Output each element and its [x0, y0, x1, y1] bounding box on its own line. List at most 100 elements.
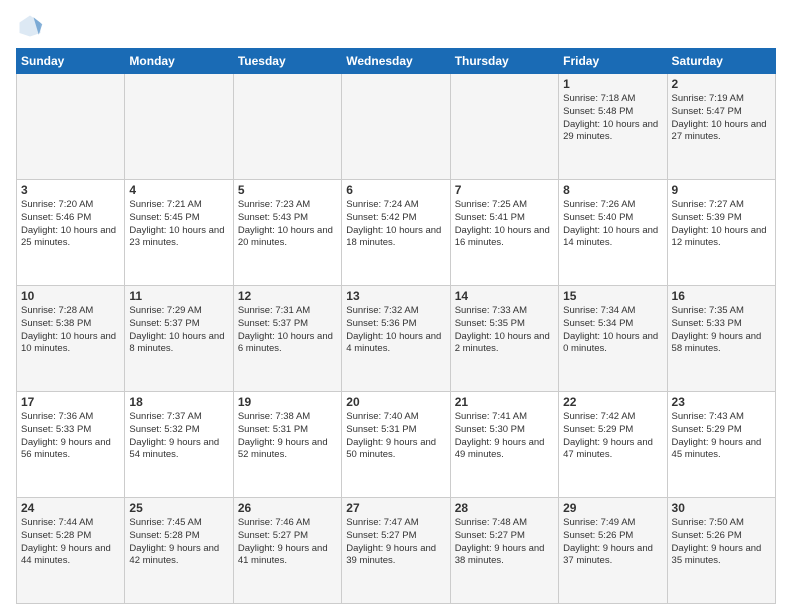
page: SundayMondayTuesdayWednesdayThursdayFrid…	[0, 0, 792, 612]
day-number: 5	[238, 183, 337, 197]
day-cell: 13 Sunrise: 7:32 AM Sunset: 5:36 PM Dayli…	[342, 286, 450, 392]
day-info: Sunrise: 7:25 AM Sunset: 5:41 PM Dayligh…	[455, 199, 554, 250]
day-number: 19	[238, 395, 337, 409]
day-cell	[450, 74, 558, 180]
day-cell: 10 Sunrise: 7:28 AM Sunset: 5:38 PM Dayli…	[17, 286, 125, 392]
day-cell: 3 Sunrise: 7:20 AM Sunset: 5:46 PM Daylig…	[17, 180, 125, 286]
day-info: Sunrise: 7:49 AM Sunset: 5:26 PM Dayligh…	[563, 517, 662, 568]
day-number: 17	[21, 395, 120, 409]
day-number: 29	[563, 501, 662, 515]
col-header-saturday: Saturday	[667, 49, 775, 74]
col-header-sunday: Sunday	[17, 49, 125, 74]
day-info: Sunrise: 7:41 AM Sunset: 5:30 PM Dayligh…	[455, 411, 554, 462]
day-cell: 16 Sunrise: 7:35 AM Sunset: 5:33 PM Dayli…	[667, 286, 775, 392]
week-row-2: 3 Sunrise: 7:20 AM Sunset: 5:46 PM Daylig…	[17, 180, 776, 286]
day-info: Sunrise: 7:35 AM Sunset: 5:33 PM Dayligh…	[672, 305, 771, 356]
day-info: Sunrise: 7:46 AM Sunset: 5:27 PM Dayligh…	[238, 517, 337, 568]
col-header-monday: Monday	[125, 49, 233, 74]
day-cell: 9 Sunrise: 7:27 AM Sunset: 5:39 PM Daylig…	[667, 180, 775, 286]
col-header-thursday: Thursday	[450, 49, 558, 74]
day-info: Sunrise: 7:32 AM Sunset: 5:36 PM Dayligh…	[346, 305, 445, 356]
header-row: SundayMondayTuesdayWednesdayThursdayFrid…	[17, 49, 776, 74]
day-info: Sunrise: 7:18 AM Sunset: 5:48 PM Dayligh…	[563, 93, 662, 144]
day-cell: 7 Sunrise: 7:25 AM Sunset: 5:41 PM Daylig…	[450, 180, 558, 286]
day-info: Sunrise: 7:45 AM Sunset: 5:28 PM Dayligh…	[129, 517, 228, 568]
day-info: Sunrise: 7:37 AM Sunset: 5:32 PM Dayligh…	[129, 411, 228, 462]
day-cell	[17, 74, 125, 180]
day-number: 9	[672, 183, 771, 197]
week-row-4: 17 Sunrise: 7:36 AM Sunset: 5:33 PM Dayli…	[17, 392, 776, 498]
header	[16, 12, 776, 40]
day-cell: 2Sunrise: 7:19 AM Sunset: 5:47 PM Daylig…	[667, 74, 775, 180]
day-cell: 23Sunrise: 7:43 AM Sunset: 5:29 PM Dayli…	[667, 392, 775, 498]
day-info: Sunrise: 7:19 AM Sunset: 5:47 PM Dayligh…	[672, 93, 771, 144]
day-cell: 6 Sunrise: 7:24 AM Sunset: 5:42 PM Daylig…	[342, 180, 450, 286]
day-info: Sunrise: 7:27 AM Sunset: 5:39 PM Dayligh…	[672, 199, 771, 250]
day-number: 11	[129, 289, 228, 303]
day-number: 16	[672, 289, 771, 303]
day-cell: 30 Sunrise: 7:50 AM Sunset: 5:26 PM Dayli…	[667, 498, 775, 604]
col-header-wednesday: Wednesday	[342, 49, 450, 74]
day-number: 1	[563, 77, 662, 91]
col-header-friday: Friday	[559, 49, 667, 74]
week-row-3: 10 Sunrise: 7:28 AM Sunset: 5:38 PM Dayli…	[17, 286, 776, 392]
day-info: Sunrise: 7:50 AM Sunset: 5:26 PM Dayligh…	[672, 517, 771, 568]
day-number: 27	[346, 501, 445, 515]
day-info: Sunrise: 7:23 AM Sunset: 5:43 PM Dayligh…	[238, 199, 337, 250]
day-cell: 22 Sunrise: 7:42 AM Sunset: 5:29 PM Dayli…	[559, 392, 667, 498]
day-number: 25	[129, 501, 228, 515]
day-number: 4	[129, 183, 228, 197]
day-number: 24	[21, 501, 120, 515]
day-number: 15	[563, 289, 662, 303]
day-cell: 19 Sunrise: 7:38 AM Sunset: 5:31 PM Dayli…	[233, 392, 341, 498]
day-number: 22	[563, 395, 662, 409]
day-number: 6	[346, 183, 445, 197]
day-cell	[342, 74, 450, 180]
logo-icon	[16, 12, 44, 40]
calendar-table: SundayMondayTuesdayWednesdayThursdayFrid…	[16, 48, 776, 604]
day-info: Sunrise: 7:26 AM Sunset: 5:40 PM Dayligh…	[563, 199, 662, 250]
day-info: Sunrise: 7:24 AM Sunset: 5:42 PM Dayligh…	[346, 199, 445, 250]
day-info: Sunrise: 7:31 AM Sunset: 5:37 PM Dayligh…	[238, 305, 337, 356]
day-cell: 18 Sunrise: 7:37 AM Sunset: 5:32 PM Dayli…	[125, 392, 233, 498]
day-cell: 5 Sunrise: 7:23 AM Sunset: 5:43 PM Daylig…	[233, 180, 341, 286]
day-number: 18	[129, 395, 228, 409]
day-number: 10	[21, 289, 120, 303]
day-number: 21	[455, 395, 554, 409]
day-info: Sunrise: 7:44 AM Sunset: 5:28 PM Dayligh…	[21, 517, 120, 568]
day-number: 13	[346, 289, 445, 303]
day-number: 8	[563, 183, 662, 197]
col-header-tuesday: Tuesday	[233, 49, 341, 74]
day-cell: 27Sunrise: 7:47 AM Sunset: 5:27 PM Dayli…	[342, 498, 450, 604]
day-number: 28	[455, 501, 554, 515]
day-cell: 11 Sunrise: 7:29 AM Sunset: 5:37 PM Dayli…	[125, 286, 233, 392]
day-info: Sunrise: 7:36 AM Sunset: 5:33 PM Dayligh…	[21, 411, 120, 462]
day-info: Sunrise: 7:28 AM Sunset: 5:38 PM Dayligh…	[21, 305, 120, 356]
day-cell: 12Sunrise: 7:31 AM Sunset: 5:37 PM Dayli…	[233, 286, 341, 392]
week-row-5: 24 Sunrise: 7:44 AM Sunset: 5:28 PM Dayli…	[17, 498, 776, 604]
day-info: Sunrise: 7:38 AM Sunset: 5:31 PM Dayligh…	[238, 411, 337, 462]
day-number: 7	[455, 183, 554, 197]
day-cell: 28Sunrise: 7:48 AM Sunset: 5:27 PM Dayli…	[450, 498, 558, 604]
day-info: Sunrise: 7:42 AM Sunset: 5:29 PM Dayligh…	[563, 411, 662, 462]
week-row-1: 1 Sunrise: 7:18 AM Sunset: 5:48 PM Daylig…	[17, 74, 776, 180]
day-cell: 26 Sunrise: 7:46 AM Sunset: 5:27 PM Dayli…	[233, 498, 341, 604]
day-cell	[125, 74, 233, 180]
day-cell: 25 Sunrise: 7:45 AM Sunset: 5:28 PM Dayli…	[125, 498, 233, 604]
day-cell	[233, 74, 341, 180]
day-cell: 24 Sunrise: 7:44 AM Sunset: 5:28 PM Dayli…	[17, 498, 125, 604]
day-number: 20	[346, 395, 445, 409]
day-number: 26	[238, 501, 337, 515]
logo	[16, 12, 48, 40]
day-cell: 4Sunrise: 7:21 AM Sunset: 5:45 PM Daylig…	[125, 180, 233, 286]
day-cell: 29 Sunrise: 7:49 AM Sunset: 5:26 PM Dayli…	[559, 498, 667, 604]
day-cell: 21 Sunrise: 7:41 AM Sunset: 5:30 PM Dayli…	[450, 392, 558, 498]
day-info: Sunrise: 7:20 AM Sunset: 5:46 PM Dayligh…	[21, 199, 120, 250]
day-number: 3	[21, 183, 120, 197]
day-info: Sunrise: 7:40 AM Sunset: 5:31 PM Dayligh…	[346, 411, 445, 462]
day-number: 30	[672, 501, 771, 515]
day-info: Sunrise: 7:29 AM Sunset: 5:37 PM Dayligh…	[129, 305, 228, 356]
day-cell: 8 Sunrise: 7:26 AM Sunset: 5:40 PM Daylig…	[559, 180, 667, 286]
day-number: 14	[455, 289, 554, 303]
day-cell: 14Sunrise: 7:33 AM Sunset: 5:35 PM Dayli…	[450, 286, 558, 392]
